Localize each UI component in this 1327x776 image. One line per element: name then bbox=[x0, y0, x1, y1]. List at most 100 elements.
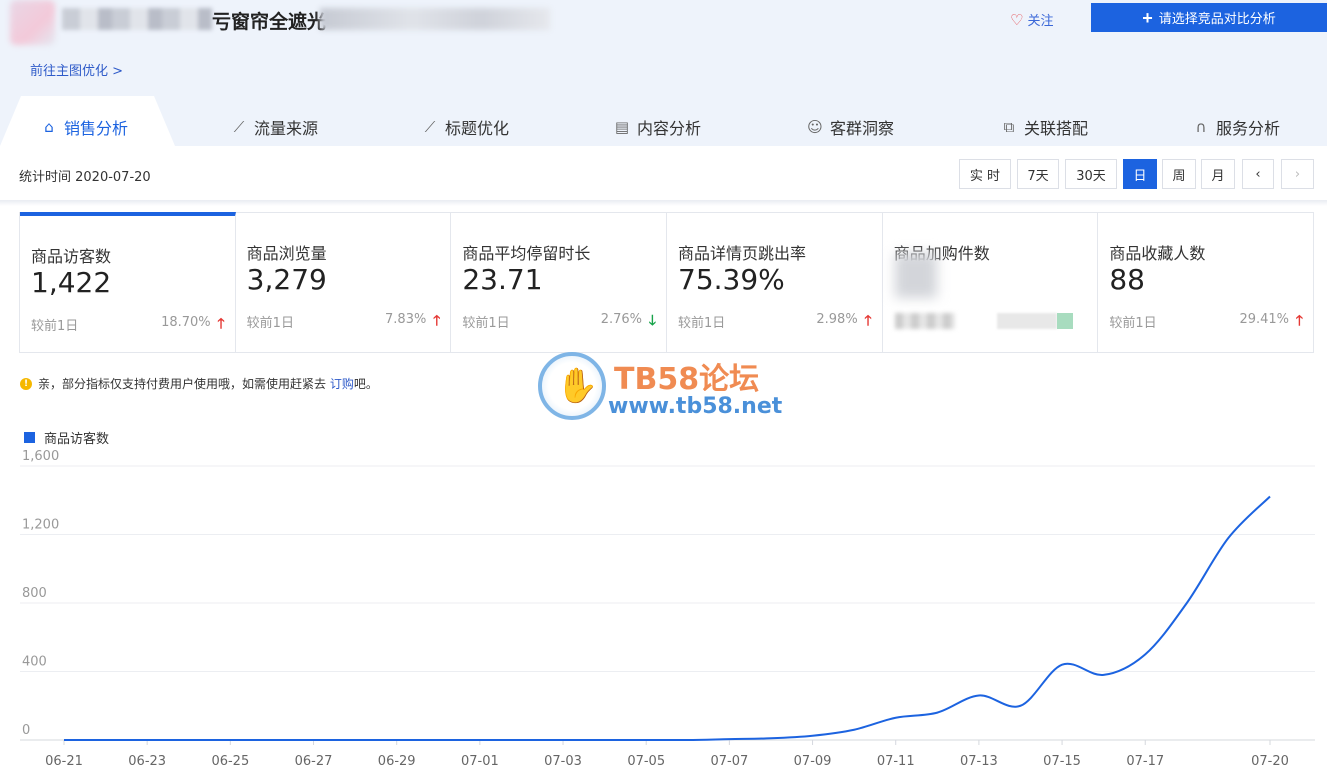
period-week[interactable]: 周 bbox=[1162, 159, 1196, 189]
metric-change-pct: 18.70% bbox=[161, 315, 211, 330]
hand-icon: ✋ bbox=[556, 366, 599, 406]
info-icon: ! bbox=[20, 377, 32, 390]
y-tick-label: 0 bbox=[22, 723, 30, 738]
metric-card-visitors[interactable]: 商品访客数 1,422 较前1日 18.70% 🡑 bbox=[20, 212, 236, 352]
compare-competitor-button[interactable]: + 请选择竞品对比分析 bbox=[1091, 3, 1327, 32]
x-tick-label: 07-11 bbox=[877, 754, 915, 769]
chevron-left-icon: ‹ bbox=[1255, 166, 1261, 182]
metric-label: 商品详情页跳出率 bbox=[678, 244, 807, 263]
x-tick-label: 07-03 bbox=[544, 754, 582, 769]
metric-value: 23.71 bbox=[462, 263, 543, 296]
follow-button[interactable]: ♡ 关注 bbox=[1010, 10, 1054, 30]
chart-legend[interactable]: 商品访客数 bbox=[24, 428, 109, 447]
next-date-button[interactable]: › bbox=[1281, 159, 1314, 189]
tab-label: 服务分析 bbox=[1216, 119, 1281, 138]
tab-label: 标题优化 bbox=[445, 119, 510, 138]
headset-icon: ∩ bbox=[1195, 118, 1207, 136]
metric-value: 75.39% bbox=[678, 263, 785, 296]
x-tick-label: 07-13 bbox=[960, 754, 998, 769]
metric-cards: 商品访客数 1,422 较前1日 18.70% 🡑 商品浏览量 3,279 较前… bbox=[19, 212, 1314, 353]
metric-card-pageviews[interactable]: 商品浏览量 3,279 较前1日 7.83% 🡑 bbox=[236, 213, 452, 352]
x-tick-label: 06-27 bbox=[295, 754, 333, 769]
product-title-text: 窗帘全遮光 bbox=[231, 11, 327, 33]
arrow-up-icon: 🡑 bbox=[864, 313, 872, 329]
redacted-title-part bbox=[62, 8, 212, 30]
metric-card-avg-stay[interactable]: 商品平均停留时长 23.71 较前1日 2.76% 🡓 bbox=[451, 213, 668, 352]
x-tick-label: 06-21 bbox=[45, 754, 83, 769]
tab-label: 销售分析 bbox=[64, 119, 129, 138]
subscribe-link[interactable]: 订购 bbox=[330, 377, 354, 391]
redacted-pct bbox=[997, 313, 1058, 329]
x-tick-label: 07-05 bbox=[627, 754, 665, 769]
metric-change-pct: 2.76% bbox=[600, 312, 643, 327]
watermark-logo: ✋ bbox=[538, 352, 606, 420]
metric-compare-label: 较前1日 bbox=[246, 316, 294, 331]
x-tick-label: 07-01 bbox=[461, 754, 499, 769]
arrow-up-icon: 🡑 bbox=[433, 313, 441, 329]
tab-label: 内容分析 bbox=[637, 119, 702, 138]
redacted-title-part bbox=[320, 8, 550, 30]
x-tick-label: 07-15 bbox=[1043, 754, 1081, 769]
line-chart-icon: ⟋ bbox=[233, 118, 245, 136]
divider bbox=[0, 200, 1327, 206]
metric-compare-label: 较前1日 bbox=[678, 316, 726, 331]
chevron-right-icon: › bbox=[1294, 166, 1301, 182]
arrow-up-icon: 🡑 bbox=[217, 316, 225, 332]
tab-customer-insight[interactable]: ☺ 客群洞察 bbox=[806, 108, 894, 146]
x-tick-label: 07-07 bbox=[710, 754, 748, 769]
follow-label: 关注 bbox=[1027, 14, 1054, 29]
metric-label: 商品收藏人数 bbox=[1109, 244, 1206, 263]
tab-label: 客群洞察 bbox=[830, 119, 895, 138]
series-line bbox=[64, 495, 1271, 741]
stat-time: 统计时间 2020-07-20 bbox=[19, 170, 151, 185]
tab-related-matching[interactable]: ⧉ 关联搭配 bbox=[1000, 108, 1088, 146]
period-30days[interactable]: 30天 bbox=[1065, 159, 1117, 189]
heart-icon: ♡ bbox=[1010, 10, 1024, 29]
tab-title-optimize[interactable]: ⟋ 标题优化 bbox=[421, 108, 509, 146]
period-month[interactable]: 月 bbox=[1201, 159, 1235, 189]
y-tick-label: 400 bbox=[22, 655, 47, 670]
notice-text-end: 吧。 bbox=[353, 377, 378, 391]
metric-card-add-to-cart[interactable]: 商品加购件数 bbox=[883, 213, 1099, 352]
y-tick-label: 800 bbox=[22, 586, 47, 601]
compare-label: 请选择竞品对比分析 bbox=[1158, 11, 1276, 26]
metric-change-pct: 29.41% bbox=[1239, 312, 1290, 327]
legend-swatch bbox=[24, 432, 35, 443]
redacted-arrow bbox=[1057, 313, 1074, 329]
visitors-line-chart: 0 400 800 1,200 1,600 06-21 06-23 06-25 06-27 06… bbox=[20, 450, 1315, 769]
metric-compare-label: 较前1日 bbox=[1109, 316, 1157, 331]
tab-traffic-source[interactable]: ⟋ 流量来源 bbox=[230, 108, 318, 146]
metric-compare-label: 较前1日 bbox=[462, 316, 510, 331]
y-tick-label: 1,600 bbox=[22, 450, 59, 464]
metric-label: 商品访客数 bbox=[31, 247, 112, 266]
plus-icon: + bbox=[1142, 7, 1153, 28]
product-thumbnail bbox=[10, 0, 55, 45]
tab-sales-analysis[interactable]: ⌂ 销售分析 bbox=[40, 108, 128, 146]
users-icon: ☺ bbox=[807, 118, 823, 136]
document-icon: ▤ bbox=[614, 118, 630, 136]
arrow-up-icon: 🡑 bbox=[1295, 313, 1304, 329]
product-title: 亏窗帘全遮光 bbox=[212, 7, 326, 34]
metric-value: 1,422 bbox=[31, 266, 112, 299]
link-icon: ⧉ bbox=[1003, 118, 1015, 136]
x-tick-label: 06-25 bbox=[211, 754, 249, 769]
metric-card-favorites[interactable]: 商品收藏人数 88 较前1日 29.41% 🡑 bbox=[1098, 213, 1313, 352]
metric-value: 88 bbox=[1109, 263, 1145, 296]
period-realtime[interactable]: 实 时 bbox=[959, 159, 1011, 189]
x-tick-label: 07-17 bbox=[1126, 754, 1164, 769]
x-tick-label: 07-09 bbox=[794, 754, 832, 769]
x-tick-label: 07-20 bbox=[1251, 754, 1289, 769]
prev-date-button[interactable]: ‹ bbox=[1242, 159, 1274, 189]
metric-label: 商品平均停留时长 bbox=[462, 244, 591, 263]
redacted-value bbox=[894, 253, 937, 298]
watermark-url: www.tb58.net bbox=[608, 394, 783, 419]
tab-service-analysis[interactable]: ∩ 服务分析 bbox=[1192, 108, 1281, 146]
period-7days[interactable]: 7天 bbox=[1017, 159, 1059, 189]
paid-feature-notice: ! 亲，部分指标仅支持付费用户使用哦，如需使用赶紧去 订购吧。 bbox=[20, 375, 378, 392]
goto-main-image-link[interactable]: 前往主图优化 > bbox=[30, 60, 123, 79]
redacted-compare bbox=[894, 313, 955, 329]
metric-card-bounce-rate[interactable]: 商品详情页跳出率 75.39% 较前1日 2.98% 🡑 bbox=[667, 213, 883, 352]
period-day[interactable]: 日 bbox=[1123, 159, 1157, 189]
tab-content-analysis[interactable]: ▤ 内容分析 bbox=[613, 108, 701, 146]
product-title-prefix: 亏 bbox=[212, 11, 232, 33]
